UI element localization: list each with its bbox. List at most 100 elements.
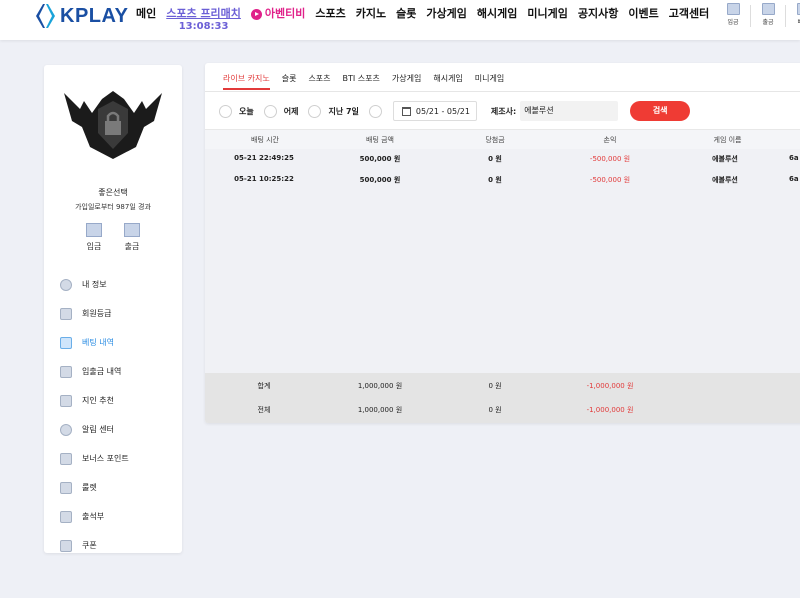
sidebar-item-my-info[interactable]: 내 정보: [60, 270, 175, 299]
sidebar-item-referral[interactable]: 지인 추천: [60, 386, 175, 415]
period-label: 지난 7일: [328, 106, 359, 116]
profile-icon: [60, 278, 72, 291]
tab-bti-sports[interactable]: BTI 스포츠: [343, 73, 380, 90]
deposit-icon: [726, 3, 740, 15]
bet-icon: [796, 3, 800, 15]
sidebar-deposit-label: 입금: [86, 242, 102, 251]
bet-amount: 500,000 원: [359, 176, 401, 184]
game-tabs: 라이브 카지노 슬롯 스포츠 BTI 스포츠 가상게임 해시게임 미니게임: [223, 73, 516, 90]
column-header: 배팅 금액: [366, 136, 394, 144]
sidebar-item-label: 내 정보: [82, 280, 107, 289]
withdraw-icon: [761, 3, 775, 15]
sidebar-item-label: 회원등급: [82, 309, 112, 318]
tab-sports[interactable]: 스포츠: [308, 73, 330, 90]
search-button[interactable]: 검색: [630, 101, 691, 121]
period-today-radio[interactable]: 오늘: [219, 104, 254, 118]
sidebar-item-attendance[interactable]: 출석부: [60, 502, 175, 531]
radio-circle: [368, 104, 382, 118]
subtotal-profit-loss: -1,000,000 원: [586, 382, 634, 390]
date-range-picker[interactable]: 05/21 - 05/21: [392, 101, 477, 121]
top-bet-button[interactable]: 베팅: [786, 3, 800, 27]
game-id: 6a: [789, 154, 799, 162]
table-body: 05-21 22:49:25 500,000 원 0 원 -500,000 원 …: [205, 149, 800, 373]
sidebar-item-member-grade[interactable]: 회원등급: [60, 299, 175, 328]
tab-mini-game[interactable]: 미니게임: [475, 73, 504, 90]
top-withdraw-button[interactable]: 출금: [751, 3, 785, 27]
nav-notice[interactable]: 공지사항: [578, 7, 618, 21]
sidebar-item-label: 룰렛: [82, 483, 97, 492]
game-name: 에볼루션: [712, 155, 738, 163]
top-actions: 입금 출금 베팅: [716, 3, 800, 27]
provider-select[interactable]: 에볼루션: [520, 101, 619, 121]
sidebar-item-label: 베팅 내역: [82, 338, 114, 347]
top-deposit-label: 입금: [727, 19, 739, 26]
period-label: 어제: [283, 106, 299, 116]
win-amount: 0 원: [488, 176, 502, 184]
table-row[interactable]: 05-21 10:25:22 500,000 원 0 원 -500,000 원 …: [205, 170, 800, 190]
subtotal-win-amount: 0 원: [488, 382, 502, 390]
total-profit-loss: -1,000,000 원: [586, 406, 634, 414]
period-last7-radio[interactable]: 지난 7일: [308, 104, 359, 118]
coupon-icon: [60, 539, 72, 552]
sidebar-item-notifications[interactable]: 알림 센터: [60, 415, 175, 444]
divider: [205, 91, 800, 92]
bet-time: 05-21 22:49:25: [234, 154, 294, 162]
roulette-icon: [60, 481, 72, 494]
nav-sports[interactable]: 스포츠: [315, 7, 345, 21]
nav-slot[interactable]: 슬롯: [396, 7, 416, 21]
nav-casino[interactable]: 카지노: [356, 7, 386, 21]
sidebar-withdraw-label: 출금: [124, 242, 140, 251]
sidebar-item-label: 입출금 내역: [82, 367, 122, 376]
deposit-icon: [86, 223, 102, 237]
period-yesterday-radio[interactable]: 어제: [263, 104, 299, 118]
nav-aventv[interactable]: 아벤티비: [250, 7, 305, 21]
top-deposit-button[interactable]: 입금: [716, 3, 750, 27]
table-header: 배팅 시간 배팅 금액 당첨금 손익 게임 이름: [205, 129, 800, 149]
radio-circle: [263, 104, 277, 118]
nav-virtual-game[interactable]: 가상게임: [426, 7, 466, 21]
sidebar-item-label: 쿠폰: [82, 541, 97, 550]
table-footer: 합계 1,000,000 원 0 원 -1,000,000 원 전체 1,000…: [205, 373, 800, 423]
total-label: 전체: [257, 406, 271, 414]
top-navigation-bar: KPLAY 메인 스포츠 프리매치 13:08:33 아벤티비 스포츠 카지노 …: [0, 0, 800, 40]
tab-virtual-game[interactable]: 가상게임: [392, 73, 421, 90]
sidebar-item-label: 출석부: [82, 512, 105, 521]
win-amount: 0 원: [488, 155, 502, 163]
nav-mini-game[interactable]: 미니게임: [527, 7, 567, 21]
sidebar: 좋은선택 가입일로부터 987일 경과 입금 출금 내 정보 회원등급 베팅 내…: [44, 65, 182, 553]
sidebar-item-bet-history[interactable]: 베팅 내역: [60, 328, 175, 357]
date-range-value: 05/21 - 05/21: [415, 106, 470, 116]
subtotal-bet-amount: 1,000,000 원: [357, 382, 403, 390]
game-name: 에볼루션: [712, 176, 738, 184]
table-row[interactable]: 05-21 22:49:25 500,000 원 0 원 -500,000 원 …: [205, 149, 800, 169]
sidebar-item-transactions[interactable]: 입출금 내역: [60, 357, 175, 386]
withdraw-icon: [124, 223, 140, 237]
sidebar-deposit-button[interactable]: 입금: [82, 223, 106, 252]
sidebar-item-label: 보너스 포인트: [82, 454, 129, 463]
period-custom-radio[interactable]: [368, 104, 389, 118]
nav-main[interactable]: 메인: [136, 7, 156, 21]
sidebar-withdraw-button[interactable]: 출금: [120, 223, 144, 252]
logo[interactable]: KPLAY: [34, 2, 128, 30]
total-bet-amount: 1,000,000 원: [357, 406, 403, 414]
top-withdraw-label: 출금: [762, 19, 774, 26]
bet-amount: 500,000 원: [359, 155, 401, 163]
tab-live-casino[interactable]: 라이브 카지노: [223, 73, 270, 90]
column-header: 당첨금: [485, 136, 505, 144]
transaction-icon: [60, 365, 72, 378]
nav-hash-game[interactable]: 해시게임: [477, 7, 517, 21]
profit-loss: -500,000 원: [589, 155, 631, 163]
nav-sports-prematch[interactable]: 스포츠 프리매치 13:08:33: [166, 7, 241, 33]
tab-hash-game[interactable]: 해시게임: [433, 73, 462, 90]
subtotal-label: 합계: [257, 382, 271, 390]
sidebar-menu: 내 정보 회원등급 베팅 내역 입출금 내역 지인 추천 알림 센터 보너스 포…: [60, 270, 175, 560]
calendar-icon: [401, 106, 411, 116]
nav-event[interactable]: 이벤트: [628, 7, 658, 21]
sidebar-item-roulette[interactable]: 룰렛: [60, 473, 175, 502]
sidebar-item-bonus-points[interactable]: 보너스 포인트: [60, 444, 175, 473]
provider-label: 제조사:: [490, 106, 517, 116]
tab-slot[interactable]: 슬롯: [282, 73, 297, 90]
nav-customer-center[interactable]: 고객센터: [669, 7, 709, 21]
grade-icon: [60, 307, 72, 320]
sidebar-item-coupon[interactable]: 쿠폰: [60, 531, 175, 560]
